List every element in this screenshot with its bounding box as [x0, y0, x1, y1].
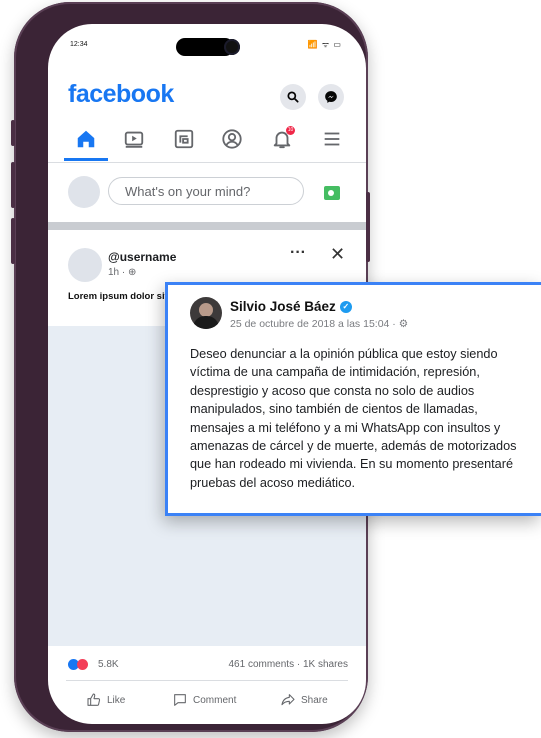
tab-bar: 10 [48, 118, 366, 163]
status-icons: 📶 ᯤ ▭ [307, 40, 342, 49]
card-author-name[interactable]: Silvio José Báez [230, 299, 336, 314]
profile-icon [222, 129, 242, 149]
post-timestamp: 1h · ⊕ [108, 267, 137, 278]
post-author-name[interactable]: @username [108, 250, 176, 264]
more-options-button[interactable]: ··· [290, 244, 306, 262]
tab-menu[interactable] [312, 124, 352, 154]
thumbs-up-icon [87, 693, 101, 706]
status-bar: 12:34 📶 ᯤ ▭ [48, 24, 366, 64]
quoted-post-card: Silvio José Báez ✓ 25 de octubre de 2018… [165, 282, 541, 516]
card-author-avatar[interactable] [190, 297, 222, 329]
phone-side-button [11, 120, 15, 146]
card-date: 25 de octubre de 2018 a las 15:04 · ⚙ [230, 318, 409, 330]
share-label: Share [301, 694, 328, 706]
camera [224, 39, 240, 55]
card-author: Silvio José Báez ✓ [230, 299, 352, 314]
share-button[interactable]: Share [280, 692, 328, 708]
status-time: 12:34 [70, 41, 88, 48]
feed-divider [48, 222, 366, 230]
photo-icon[interactable] [324, 186, 340, 200]
comment-icon [174, 694, 186, 706]
reaction-count[interactable]: 5.8K [98, 659, 119, 670]
whats-on-your-mind-input[interactable]: What's on your mind? [108, 177, 304, 205]
like-label: Like [107, 694, 126, 706]
tab-home[interactable] [66, 124, 106, 154]
hamburger-menu-icon [324, 132, 340, 146]
marketplace-icon [174, 129, 194, 149]
close-post-button[interactable]: ✕ [330, 244, 345, 265]
notification-badge: 10 [286, 126, 295, 135]
tab-marketplace[interactable] [164, 124, 204, 154]
post-engagement: 5.8K 461 comments · 1K shares [68, 658, 348, 676]
post-composer: What's on your mind? [48, 164, 366, 222]
app-header: facebook [48, 76, 366, 116]
like-button[interactable]: Like [86, 692, 125, 708]
messenger-button[interactable] [318, 84, 344, 110]
phone-volume-down [11, 218, 15, 264]
verified-badge-icon: ✓ [339, 300, 352, 313]
user-avatar[interactable] [68, 176, 100, 208]
search-button[interactable] [280, 84, 306, 110]
comments-shares-count[interactable]: 461 comments · 1K shares [229, 659, 349, 670]
love-reaction-icon [77, 659, 88, 670]
facebook-logo[interactable]: facebook [68, 80, 174, 109]
share-icon [281, 694, 295, 706]
tab-notifications[interactable]: 10 [262, 124, 302, 154]
tab-watch[interactable] [114, 124, 154, 154]
phone-volume-up [11, 162, 15, 208]
comment-button[interactable]: Comment [172, 692, 236, 708]
phone-power-button [366, 192, 370, 262]
search-icon [287, 91, 299, 103]
post-actions: Like Comment Share [48, 686, 366, 716]
tab-profile[interactable] [212, 124, 252, 154]
active-tab-indicator [64, 158, 108, 161]
comment-label: Comment [193, 694, 237, 706]
card-body-text: Deseo denunciar a la opinión pública que… [190, 347, 517, 490]
video-icon [124, 131, 144, 148]
actions-divider [66, 680, 348, 681]
messenger-icon [325, 91, 337, 103]
home-icon [77, 130, 95, 148]
post-author-avatar[interactable] [68, 248, 102, 282]
